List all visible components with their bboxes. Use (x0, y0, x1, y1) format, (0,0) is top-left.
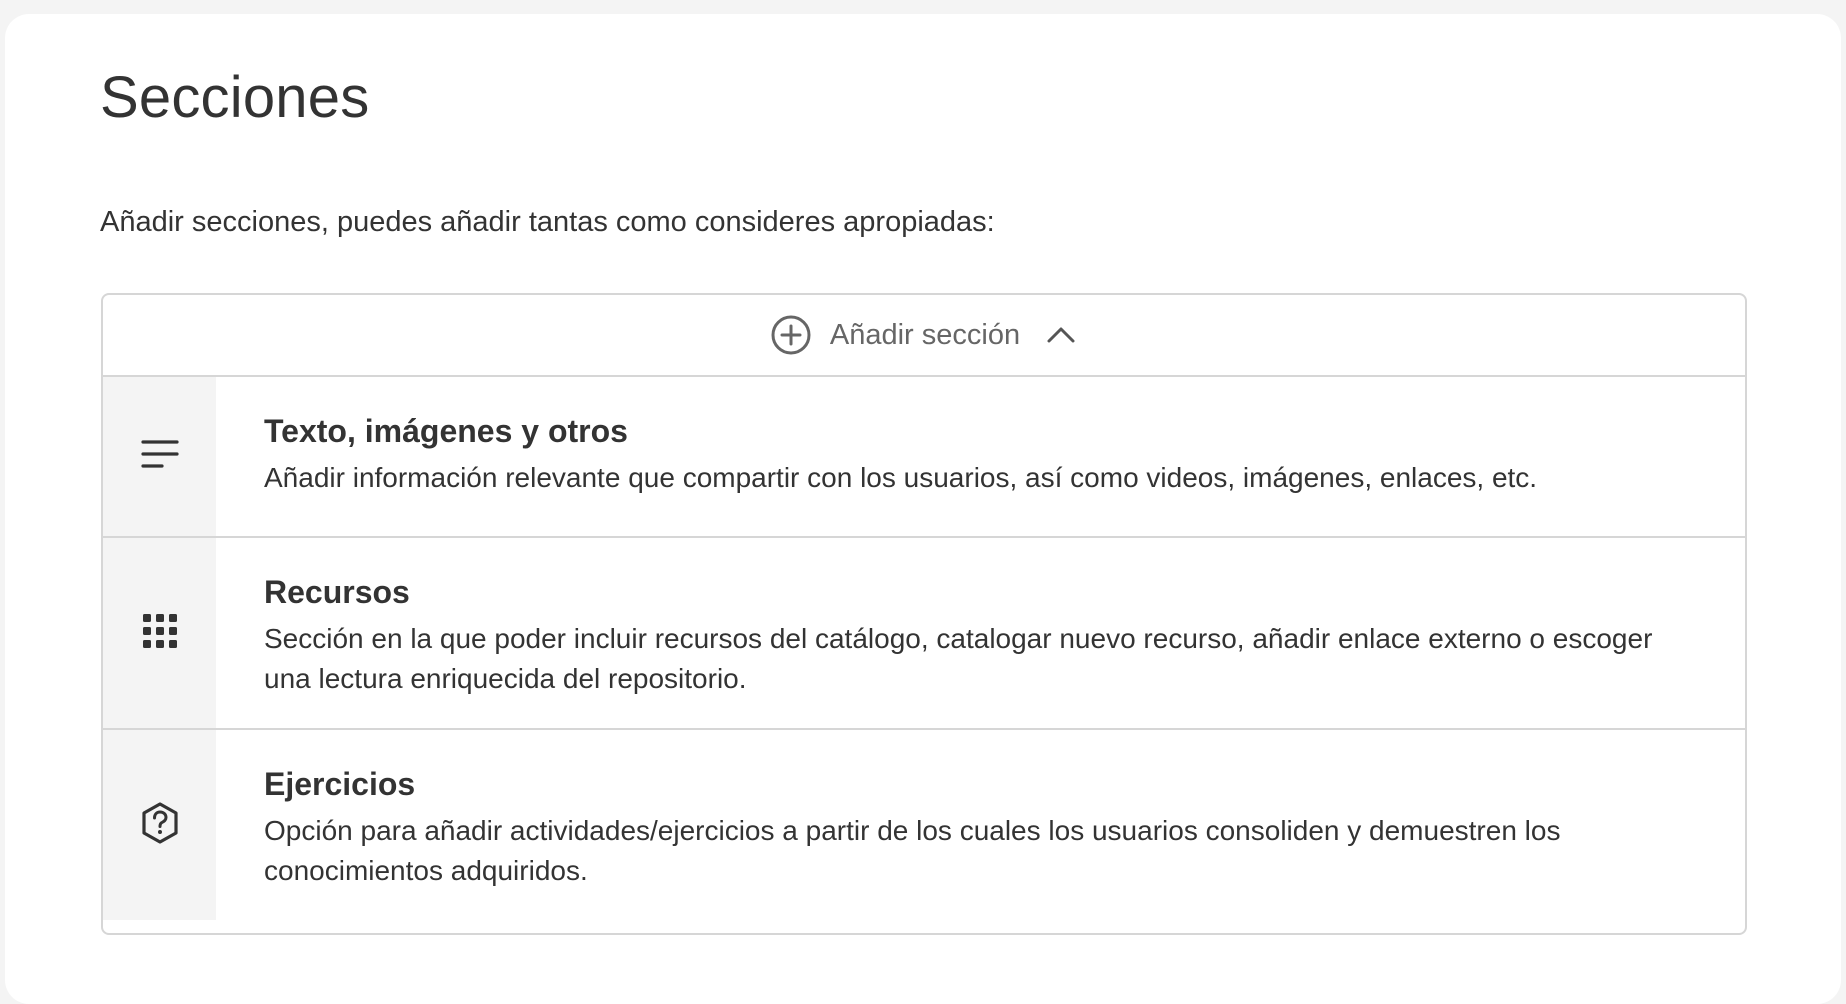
option-title: Recursos (264, 574, 410, 610)
option-text-images[interactable]: Texto, imágenes y otros Añadir informaci… (103, 377, 1745, 538)
option-icon-cell (103, 730, 216, 920)
text-lines-icon (140, 436, 180, 477)
section-picker: Añadir sección Texto, imágenes y otros A… (101, 293, 1747, 935)
option-icon-cell (103, 538, 216, 728)
option-title: Texto, imágenes y otros (264, 413, 628, 449)
question-hexagon-icon (139, 801, 181, 850)
option-resources[interactable]: Recursos Sección en la que poder incluir… (103, 538, 1745, 730)
add-section-toggle[interactable]: Añadir sección (103, 295, 1745, 377)
option-icon-cell (103, 377, 216, 536)
add-section-label: Añadir sección (829, 318, 1021, 351)
option-description: Añadir información relevante que compart… (264, 462, 1538, 493)
option-description: Sección en la que poder incluir recursos… (264, 623, 1653, 694)
page-title: Secciones (100, 65, 370, 130)
option-title: Ejercicios (264, 766, 416, 802)
option-description: Opción para añadir actividades/ejercicio… (264, 815, 1561, 886)
chevron-up-icon (1044, 318, 1078, 352)
option-exercises[interactable]: Ejercicios Opción para añadir actividade… (103, 730, 1745, 920)
intro-text: Añadir secciones, puedes añadir tantas c… (100, 206, 995, 238)
grid-dots-icon (142, 613, 178, 654)
sections-card: Secciones Añadir secciones, puedes añadi… (5, 14, 1841, 1004)
plus-circle-icon (770, 314, 812, 356)
